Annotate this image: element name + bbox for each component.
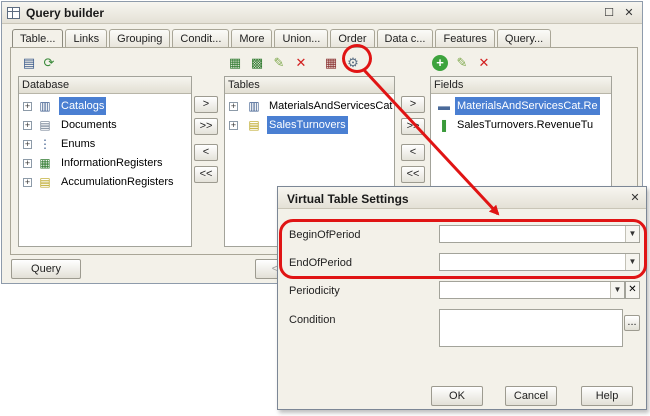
query-builder-title: Query builder — [26, 6, 105, 20]
query-button[interactable]: Query — [11, 259, 81, 279]
database-panel: Database + ▥ Catalogs + ▤ Documents + ⋮ … — [18, 76, 192, 247]
document-icon: ▤ — [39, 118, 51, 132]
tab-conditions[interactable]: Condit... — [172, 29, 230, 48]
copy-table-icon[interactable]: ▩ — [249, 55, 265, 71]
tree-item-accumulation-registers[interactable]: + ▤ AccumulationRegisters — [19, 173, 191, 191]
tree-item-label: AccumulationRegisters — [61, 176, 174, 188]
annotation-circle — [342, 44, 372, 73]
add-field-icon[interactable]: + — [432, 55, 448, 71]
database-header: Database — [19, 77, 191, 94]
catalog-icon: ▥ — [248, 99, 260, 113]
catalog-icon: ▥ — [39, 99, 51, 113]
delete-field-icon[interactable]: ✕ — [476, 55, 492, 71]
expand-icon[interactable]: + — [229, 121, 238, 130]
condition-label: Condition — [289, 314, 336, 326]
expand-icon[interactable]: + — [23, 159, 32, 168]
expand-icon[interactable]: + — [23, 121, 32, 130]
condition-edit-button[interactable]: ... — [624, 315, 640, 331]
information-register-icon: ▦ — [39, 156, 51, 170]
accumulation-register-icon: ▤ — [39, 175, 51, 189]
fields-header: Fields — [431, 77, 611, 94]
delete-icon[interactable]: ✕ — [293, 55, 309, 71]
condition-field[interactable] — [439, 309, 623, 347]
edit-icon[interactable]: ✎ — [271, 55, 287, 71]
accumulation-register-icon: ▤ — [248, 118, 260, 132]
tree-item-label: InformationRegisters — [61, 157, 163, 169]
dialog-titlebar: Virtual Table Settings ✕ — [278, 187, 646, 209]
add-all-tables-button[interactable]: >> — [194, 118, 218, 135]
tab-bar: Table... Links Grouping Condit... More U… — [12, 29, 552, 49]
dialog-close-icon[interactable]: ✕ — [628, 191, 642, 205]
tables-header: Tables — [225, 77, 394, 94]
tab-tables[interactable]: Table... — [12, 29, 64, 49]
cancel-button[interactable]: Cancel — [505, 386, 557, 406]
close-icon[interactable]: ✕ — [622, 6, 636, 20]
query-builder-icon — [7, 7, 20, 19]
add-all-fields-button[interactable]: >> — [401, 118, 425, 135]
dialog-title: Virtual Table Settings — [287, 192, 409, 206]
remove-table-button[interactable]: < — [194, 144, 218, 161]
replace-table-icon[interactable]: ▦ — [323, 55, 339, 71]
periodicity-label: Periodicity — [289, 285, 340, 297]
clear-periodicity-button[interactable]: ✕ — [625, 281, 640, 299]
expand-icon[interactable]: + — [23, 102, 32, 111]
add-table-button[interactable]: > — [194, 96, 218, 113]
remove-field-button[interactable]: < — [401, 144, 425, 161]
annotation-ellipse — [279, 219, 647, 279]
dimension-icon: ▬ — [438, 99, 450, 113]
tree-item-information-registers[interactable]: + ▦ InformationRegisters — [19, 154, 191, 172]
tree-item-catalogs[interactable]: + ▥ Catalogs — [19, 97, 191, 115]
chevron-down-icon[interactable]: ▼ — [610, 282, 624, 298]
tree-item-documents[interactable]: + ▤ Documents — [19, 116, 191, 134]
maximize-icon[interactable]: ☐ — [602, 6, 616, 20]
add-field-button[interactable]: > — [401, 96, 425, 113]
edit-field-icon[interactable]: ✎ — [454, 55, 470, 71]
ok-button[interactable]: OK — [431, 386, 483, 406]
table-list-icon[interactable]: ▤ — [21, 55, 37, 71]
tree-item-label: Catalogs — [59, 97, 107, 115]
tab-features[interactable]: Features — [435, 29, 495, 48]
resource-icon: ❚ — [438, 118, 450, 132]
expand-icon[interactable]: + — [229, 102, 238, 111]
enum-icon: ⋮ — [39, 137, 51, 151]
tab-query[interactable]: Query... — [496, 29, 552, 48]
expand-icon[interactable]: + — [23, 140, 32, 149]
query-builder-titlebar: Query builder ☐ ✕ — [2, 2, 642, 24]
remove-all-tables-button[interactable]: << — [194, 166, 218, 183]
tab-links[interactable]: Links — [65, 29, 108, 48]
tree-item-label: Documents — [61, 119, 117, 131]
tree-item-enums[interactable]: + ⋮ Enums — [19, 135, 191, 153]
periodicity-field[interactable]: ▼ — [439, 281, 625, 299]
tree-item-label: MaterialsAndServicesCat — [269, 100, 393, 112]
field-item-revenue[interactable]: ❚ SalesTurnovers.RevenueTu — [431, 116, 611, 134]
field-item-materials[interactable]: ▬ MaterialsAndServicesCat.Re — [431, 97, 611, 115]
field-item-label: MaterialsAndServicesCat.Re — [455, 97, 600, 115]
remove-all-fields-button[interactable]: << — [401, 166, 425, 183]
refresh-icon[interactable]: ⟳ — [41, 55, 57, 71]
add-table-icon[interactable]: ▦ — [227, 55, 243, 71]
tab-data-composition[interactable]: Data c... — [376, 29, 434, 48]
help-button[interactable]: Help — [581, 386, 633, 406]
field-item-label: SalesTurnovers.RevenueTu — [457, 119, 594, 131]
tab-grouping[interactable]: Grouping — [109, 29, 171, 48]
tree-item-materials-and-services[interactable]: + ▥ MaterialsAndServicesCat — [225, 97, 394, 115]
tab-more[interactable]: More — [231, 29, 273, 48]
tree-item-label: SalesTurnovers — [267, 116, 348, 134]
tree-item-label: Enums — [61, 138, 96, 150]
tree-item-sales-turnovers[interactable]: + ▤ SalesTurnovers — [225, 116, 394, 134]
tab-union[interactable]: Union... — [274, 29, 329, 48]
expand-icon[interactable]: + — [23, 178, 32, 187]
